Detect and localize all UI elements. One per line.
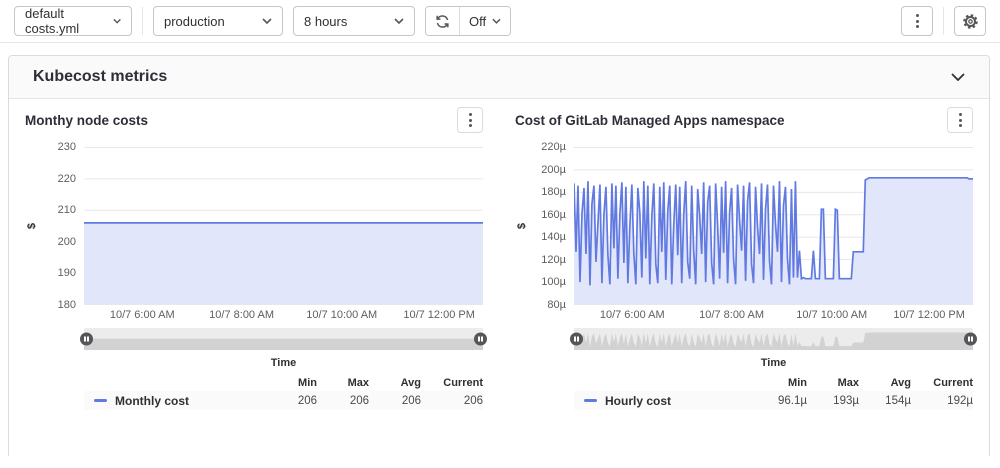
kebab-menu-icon bbox=[916, 14, 919, 28]
x-tick-label: 10/7 10:00 AM bbox=[306, 309, 377, 321]
y-axis-tick-labels: 220µ200µ180µ160µ140µ120µ100µ80µ bbox=[529, 147, 566, 305]
series-current-value: 206 bbox=[421, 395, 483, 407]
chart-plot-area[interactable] bbox=[84, 147, 483, 305]
brush-handle-left[interactable] bbox=[570, 333, 583, 346]
chart-legend: Min Max Avg Current Hourly cost 96.1µ 19… bbox=[574, 374, 973, 410]
toolbar-divider bbox=[142, 7, 143, 35]
brush-handle-right[interactable] bbox=[474, 333, 487, 346]
toolbar-divider bbox=[943, 7, 944, 35]
refresh-button[interactable] bbox=[426, 7, 459, 35]
dashboard-select-dropdown[interactable]: default costs.yml bbox=[14, 6, 132, 36]
chart-actions-kebab-button[interactable] bbox=[947, 107, 973, 133]
time-range-select-dropdown[interactable]: 8 hours bbox=[293, 6, 415, 36]
legend-col-current: Current bbox=[911, 377, 973, 389]
legend-col-min: Min bbox=[755, 377, 807, 389]
y-axis-label: $ bbox=[26, 223, 38, 229]
series-color-swatch bbox=[584, 399, 597, 402]
auto-refresh-interval-dropdown[interactable]: Off bbox=[459, 7, 510, 35]
legend-series-row[interactable]: Hourly cost 96.1µ 193µ 154µ 192µ bbox=[574, 391, 973, 410]
x-axis-tick-labels: 10/7 6:00 AM 10/7 8:00 AM 10/7 10:00 AM 10/… bbox=[84, 305, 483, 323]
legend-col-avg: Avg bbox=[369, 377, 421, 389]
chevron-down-icon bbox=[113, 18, 121, 24]
panel-title: Kubecost metrics bbox=[33, 68, 167, 86]
auto-refresh-interval-value: Off bbox=[469, 14, 486, 29]
y-axis-label: $ bbox=[516, 223, 528, 229]
chart-plot-area[interactable] bbox=[574, 147, 973, 305]
collapse-chevron-icon[interactable] bbox=[951, 73, 965, 81]
x-tick-label: 10/7 8:00 AM bbox=[209, 309, 274, 321]
legend-col-max: Max bbox=[807, 377, 859, 389]
refresh-button-group: Off bbox=[425, 6, 511, 36]
legend-col-min: Min bbox=[265, 377, 317, 389]
chevron-down-icon bbox=[262, 18, 272, 24]
x-tick-label: 10/7 10:00 AM bbox=[796, 309, 867, 321]
series-min-value: 96.1µ bbox=[755, 395, 807, 407]
x-tick-label: 10/7 12:00 PM bbox=[893, 309, 965, 321]
series-current-value: 192µ bbox=[911, 395, 973, 407]
series-name: Monthly cost bbox=[115, 394, 189, 408]
brush-data-shadow bbox=[574, 328, 973, 350]
series-color-swatch bbox=[94, 399, 107, 402]
series-max-value: 206 bbox=[317, 395, 369, 407]
chart-monthly-node-costs: Monthy node costs $ 230220210200190180 1… bbox=[25, 105, 483, 410]
series-max-value: 193µ bbox=[807, 395, 859, 407]
chevron-down-icon bbox=[394, 18, 404, 24]
x-axis-title: Time bbox=[84, 357, 483, 369]
x-tick-label: 10/7 6:00 AM bbox=[600, 309, 665, 321]
series-name: Hourly cost bbox=[605, 394, 671, 408]
time-range-brush[interactable] bbox=[574, 328, 973, 350]
chart-actions-kebab-button[interactable] bbox=[457, 107, 483, 133]
series-min-value: 206 bbox=[265, 395, 317, 407]
kebab-menu-icon bbox=[959, 113, 962, 127]
chart-title: Cost of GitLab Managed Apps namespace bbox=[515, 107, 785, 128]
x-tick-label: 10/7 12:00 PM bbox=[403, 309, 475, 321]
time-range-brush[interactable] bbox=[84, 328, 483, 350]
gear-icon bbox=[962, 13, 979, 30]
legend-col-current: Current bbox=[421, 377, 483, 389]
dashboard-select-value: default costs.yml bbox=[25, 6, 105, 36]
time-range-select-value: 8 hours bbox=[304, 14, 347, 29]
brush-handle-right[interactable] bbox=[964, 333, 977, 346]
panel-body: Monthy node costs $ 230220210200190180 1… bbox=[9, 99, 989, 410]
chart-gitlab-managed-apps-cost: Cost of GitLab Managed Apps namespace $ … bbox=[515, 105, 973, 410]
kubecost-metrics-panel: Kubecost metrics Monthy node costs $ 230… bbox=[8, 55, 990, 456]
y-axis-tick-labels: 230220210200190180 bbox=[39, 147, 76, 305]
dashboard-toolbar: default costs.yml production 8 hours Off bbox=[0, 0, 1000, 43]
chart-legend: Min Max Avg Current Monthly cost 206 206… bbox=[84, 374, 483, 410]
dashboard-actions-kebab-button[interactable] bbox=[901, 6, 933, 36]
kebab-menu-icon bbox=[469, 113, 472, 127]
x-tick-label: 10/7 8:00 AM bbox=[699, 309, 764, 321]
brush-handle-left[interactable] bbox=[80, 333, 93, 346]
settings-button[interactable] bbox=[954, 6, 986, 36]
x-axis-tick-labels: 10/7 6:00 AM 10/7 8:00 AM 10/7 10:00 AM 10/… bbox=[574, 305, 973, 323]
chevron-down-icon bbox=[492, 18, 501, 24]
brush-data-shadow bbox=[84, 328, 483, 350]
environment-select-value: production bbox=[164, 14, 225, 29]
x-axis-title: Time bbox=[574, 357, 973, 369]
panel-header[interactable]: Kubecost metrics bbox=[9, 56, 989, 99]
chart-title: Monthy node costs bbox=[25, 107, 148, 128]
legend-col-avg: Avg bbox=[859, 377, 911, 389]
legend-col-max: Max bbox=[317, 377, 369, 389]
series-avg-value: 154µ bbox=[859, 395, 911, 407]
series-avg-value: 206 bbox=[369, 395, 421, 407]
x-tick-label: 10/7 6:00 AM bbox=[110, 309, 175, 321]
legend-series-row[interactable]: Monthly cost 206 206 206 206 bbox=[84, 391, 483, 410]
environment-select-dropdown[interactable]: production bbox=[153, 6, 283, 36]
refresh-icon bbox=[435, 14, 450, 29]
